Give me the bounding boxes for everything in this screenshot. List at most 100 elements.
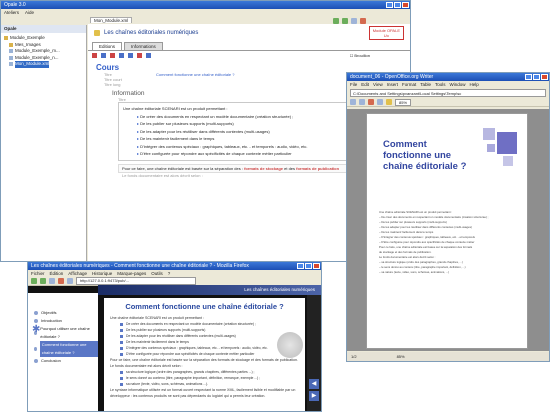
zoom-select[interactable]: 85%: [395, 98, 412, 106]
minimize-icon[interactable]: [297, 263, 304, 269]
menu-marque-pages[interactable]: Marque-pages: [117, 270, 146, 277]
nav-item-objectifs[interactable]: Objectifs: [28, 309, 98, 317]
sidebar-title: Opale: [1, 25, 86, 33]
copy-icon[interactable]: [101, 53, 106, 58]
brouillon-checkbox[interactable]: ☐ Brouillon: [350, 53, 370, 58]
menu-help[interactable]: Help: [470, 81, 479, 88]
document-icon: [94, 30, 100, 36]
stop-icon[interactable]: [360, 17, 366, 24]
close-icon[interactable]: [313, 263, 320, 269]
page-indicator: 1/2: [351, 354, 357, 359]
oo-address-field[interactable]: C:\Documents and Settings\pvanzant\Local…: [350, 89, 546, 97]
editor-toolbar: ☐ Brouillon: [88, 50, 410, 60]
close-icon[interactable]: [402, 2, 409, 8]
menu-window[interactable]: Window: [450, 81, 466, 88]
document-title: Les chaînes éditoriales numériques: [104, 30, 199, 36]
folder-icon: [9, 42, 13, 47]
opale-titlebar: Opale 3.0: [1, 1, 410, 9]
firefox-window: Les chaînes éditoriales numériques - Com…: [27, 261, 322, 412]
cut-icon[interactable]: [92, 53, 97, 58]
ff-titlebar: Les chaînes éditoriales numériques - Com…: [28, 262, 321, 270]
redo-icon[interactable]: [128, 53, 133, 58]
menu-format[interactable]: Format: [402, 81, 416, 88]
undo-icon[interactable]: [119, 53, 124, 58]
print-icon[interactable]: [377, 99, 383, 105]
menu-edit[interactable]: Edit: [361, 81, 369, 88]
oo-document-page[interactable]: Comment fonctionne une chaîne éditoriale…: [366, 113, 528, 349]
file-icon: [9, 62, 13, 67]
open-icon[interactable]: [350, 99, 356, 105]
menu-ateliers[interactable]: Ateliers: [4, 9, 19, 16]
forward-icon[interactable]: [40, 278, 46, 284]
ff-side-controls: ◀ ▶: [307, 295, 321, 411]
opale-sidebar: Opale Module_Exemple Mes_Images Module_E…: [1, 25, 87, 261]
paste-icon[interactable]: [110, 53, 115, 58]
menu-insert[interactable]: Insert: [387, 81, 398, 88]
back-icon[interactable]: [333, 17, 339, 24]
file-tree: Module_Exemple Mes_Images Module_Exemple…: [1, 33, 86, 70]
oo-toolbar: 85%: [347, 98, 549, 107]
tree-item-selected[interactable]: Mon_Module.xml: [4, 61, 83, 68]
menu-help[interactable]: ?: [168, 270, 171, 277]
insert-icon[interactable]: [146, 53, 151, 58]
maximize-icon[interactable]: [305, 263, 312, 269]
menu-affichage[interactable]: Affichage: [68, 270, 87, 277]
minimize-icon[interactable]: [525, 74, 532, 80]
bullet-icon: [34, 319, 38, 323]
menu-edition[interactable]: Édition: [50, 270, 64, 277]
previous-page-icon[interactable]: ◀: [309, 379, 319, 389]
back-icon[interactable]: [31, 278, 37, 284]
close-icon[interactable]: [541, 74, 548, 80]
edit-tabs: Editions Informations: [88, 42, 410, 50]
oo-page-title: Comment fonctionne une chaîne éditoriale…: [383, 139, 467, 172]
maximize-icon[interactable]: [394, 2, 401, 8]
url-bar[interactable]: http://127.0.0.1:9473/pub/...: [76, 277, 196, 285]
section-title[interactable]: Cours: [96, 63, 402, 72]
menu-historique[interactable]: Historique: [92, 270, 112, 277]
menu-file[interactable]: File: [350, 81, 357, 88]
menu-fichier[interactable]: Fichier: [31, 270, 45, 277]
nav-item-conclusion[interactable]: Conclusion: [28, 357, 98, 365]
reload-icon[interactable]: [49, 278, 55, 284]
oo-statusbar: 1/2 85%: [347, 352, 549, 361]
bullet-icon: [34, 311, 38, 315]
save-icon[interactable]: [359, 99, 365, 105]
module-badge: Module OPALE Uo: [368, 26, 404, 40]
ff-menubar: Fichier Édition Affichage Historique Mar…: [28, 270, 321, 277]
menu-outils[interactable]: Outils: [151, 270, 163, 277]
tab-informations[interactable]: Informations: [124, 42, 163, 50]
stop-icon[interactable]: [58, 278, 64, 284]
page-heading: Comment fonctionne une chaîne éditoriale…: [125, 302, 284, 311]
ff-banner: Les chaînes éditoriales numériques: [98, 285, 321, 295]
oo-titlebar: document_06 - OpenOffice.org Writer: [347, 73, 549, 81]
forward-icon[interactable]: [342, 17, 348, 24]
next-page-icon[interactable]: ▶: [309, 391, 319, 401]
menu-table[interactable]: Table: [420, 81, 431, 88]
ff-page-content: Comment fonctionne une chaîne éditoriale…: [104, 298, 305, 411]
menu-view[interactable]: View: [373, 81, 383, 88]
pdf-icon[interactable]: [368, 99, 374, 105]
spellcheck-icon[interactable]: [386, 99, 392, 105]
tab-editions[interactable]: Editions: [92, 42, 123, 50]
opale-nav-toolbar: [330, 16, 410, 25]
tab-document[interactable]: Mon_Module.xml: [90, 17, 133, 23]
scenari-logo-icon: ✱: [32, 324, 41, 335]
home-icon[interactable]: [67, 278, 73, 284]
menu-tools[interactable]: Tools: [435, 81, 446, 88]
file-icon: [9, 49, 13, 54]
oo-body-text: Une chaîne éditoriale SCENARI est un pro…: [379, 210, 489, 274]
gears-illustration: [277, 332, 303, 358]
home-icon[interactable]: [351, 17, 357, 24]
openoffice-window: document_06 - OpenOffice.org Writer File…: [346, 72, 550, 362]
opale-title: Opale 3.0: [4, 2, 26, 8]
oo-menubar: File Edit View Insert Format Table Tools…: [347, 81, 549, 88]
nav-item-comment[interactable]: Comment fonctionne une chaîne éditoriale…: [28, 341, 98, 357]
maximize-icon[interactable]: [533, 74, 540, 80]
oo-title: document_06 - OpenOffice.org Writer: [350, 74, 434, 80]
document-header: Les chaînes éditoriales numériques Modul…: [88, 24, 410, 42]
delete-icon[interactable]: [137, 53, 142, 58]
folder-icon: [4, 36, 8, 41]
logo-squares: [483, 128, 519, 168]
minimize-icon[interactable]: [386, 2, 393, 8]
menu-aide[interactable]: Aide: [25, 9, 34, 16]
